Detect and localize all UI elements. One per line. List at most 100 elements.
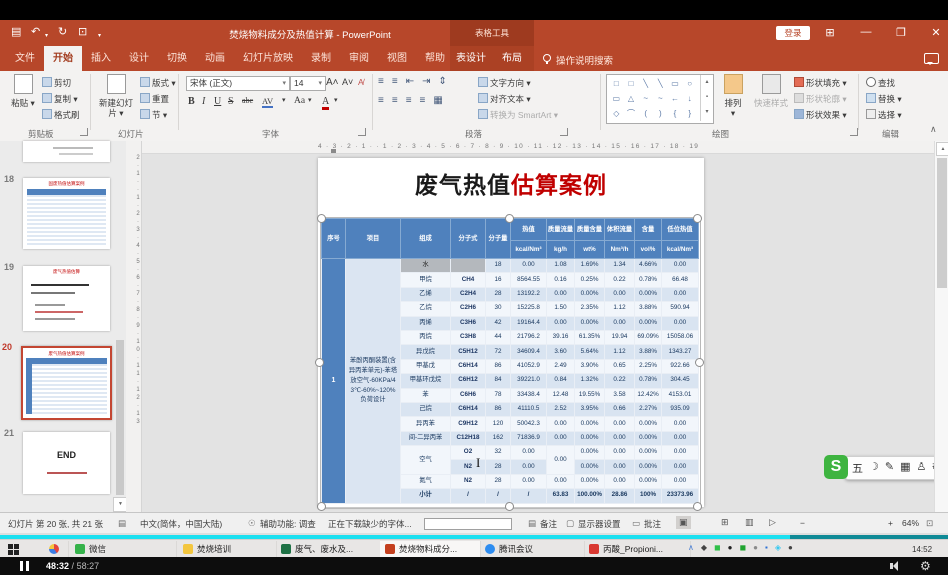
menu-tab[interactable]: 审阅	[340, 46, 378, 71]
table-cell[interactable]: 0.00	[547, 446, 575, 475]
new-slide-button[interactable]: 新建幻灯片 ▾	[96, 74, 136, 118]
menu-tab[interactable]: 设计	[120, 46, 158, 71]
menu-tab[interactable]: 录制	[302, 46, 340, 71]
table-cell[interactable]: 1.69%	[575, 259, 605, 273]
shapes-gallery-scrollbar[interactable]: ▴▪▾	[700, 75, 713, 121]
table-cell[interactable]: 39221.0	[511, 374, 547, 388]
selection-handle[interactable]	[317, 214, 326, 223]
table-cell[interactable]: N2	[451, 474, 486, 488]
select-button[interactable]: 选择 ▾	[866, 109, 902, 121]
table-cell[interactable]: 0.00	[605, 417, 635, 431]
table-cell[interactable]: 590.94	[662, 302, 699, 316]
table-cell[interactable]: 5.64%	[575, 345, 605, 359]
vertical-scrollbar[interactable]: ▲	[934, 141, 948, 512]
paragraph-icon[interactable]: ≡	[392, 76, 398, 87]
table-cell[interactable]: 0.78%	[635, 273, 662, 287]
table-cell[interactable]: 0.22	[605, 273, 635, 287]
table-cell[interactable]: 12.48	[547, 388, 575, 402]
paragraph-dialog-launcher[interactable]	[560, 128, 568, 136]
alignment-icon[interactable]: ≡	[406, 95, 412, 106]
menu-tab[interactable]: 切换	[158, 46, 196, 71]
table-cell[interactable]: 86	[486, 402, 511, 416]
taskbar-excel-button[interactable]: 废气、废水及...	[276, 541, 381, 557]
grow-font-button[interactable]: A˄	[326, 77, 339, 88]
pause-icon[interactable]	[26, 561, 29, 571]
table-cell[interactable]: 71836.9	[511, 431, 547, 445]
font-color-dropdown-icon[interactable]: ▾	[334, 96, 338, 104]
table-cell[interactable]: 0.00	[605, 431, 635, 445]
slide-thumbnail-18[interactable]: 固废热值估算案例	[23, 178, 110, 249]
table-cell[interactable]: 2.25%	[635, 359, 662, 373]
column-header[interactable]: 质量流量	[547, 219, 575, 241]
align-text-button[interactable]: 对齐文本 ▾	[478, 93, 531, 105]
shape-icon[interactable]: ◇	[609, 106, 624, 121]
menu-tab[interactable]: 文件	[6, 46, 44, 71]
table-cell[interactable]: 0.00	[511, 474, 547, 488]
slide-thumbnail-19[interactable]: 废气热值估算	[23, 266, 110, 331]
tell-me-search[interactable]: 操作说明搜索	[556, 53, 613, 67]
underline-button[interactable]: U	[214, 96, 221, 107]
table-cell[interactable]: 12.42%	[635, 388, 662, 402]
alignment-icon[interactable]: ≡	[378, 95, 384, 106]
table-cell[interactable]: 41110.5	[511, 402, 547, 416]
shape-icon[interactable]: ~	[653, 91, 668, 106]
section-button[interactable]: 节 ▾	[140, 109, 167, 121]
table-cell[interactable]: 水	[401, 259, 451, 273]
table-cell[interactable]: 丙烷	[401, 330, 451, 344]
table-cell[interactable]: C3H6	[451, 316, 486, 330]
table-cell[interactable]: C5H12	[451, 345, 486, 359]
table-cell[interactable]: 己烷	[401, 402, 451, 416]
slide-sorter-view-button[interactable]: ⊞	[718, 516, 732, 529]
shrink-font-button[interactable]: A˅	[342, 77, 353, 87]
table-cell[interactable]: 3.95%	[575, 402, 605, 416]
character-spacing-button[interactable]: AV	[262, 96, 273, 108]
column-header[interactable]: 热值	[511, 219, 547, 241]
paste-button[interactable]: 粘贴 ▾	[6, 74, 40, 109]
table-cell[interactable]: 0.00	[547, 417, 575, 431]
table-cell[interactable]: 0.00	[605, 474, 635, 488]
strikethrough-button[interactable]: S	[228, 96, 234, 107]
table-cell[interactable]: 19164.4	[511, 316, 547, 330]
table-cell[interactable]: C9H12	[451, 417, 486, 431]
table-cell[interactable]: C6H14	[451, 359, 486, 373]
tray-icon[interactable]: ◆	[701, 543, 707, 552]
small-strike-button[interactable]: abc	[242, 96, 253, 105]
undo-dropdown-icon[interactable]: ▾	[45, 29, 48, 43]
column-unit[interactable]: kcal/Nm³	[662, 241, 699, 259]
table-cell[interactable]: 66.48	[662, 273, 699, 287]
table-cell[interactable]: 19.94	[605, 330, 635, 344]
table-cell[interactable]: C12H18	[451, 431, 486, 445]
shape-outline-button[interactable]: 形状轮廓 ▾	[794, 93, 847, 105]
slide-title[interactable]: 废气热值估算案例	[318, 166, 704, 200]
selection-handle[interactable]	[693, 214, 702, 223]
table-cell[interactable]: 78	[486, 388, 511, 402]
table-cell[interactable]: 16	[486, 273, 511, 287]
tray-icon[interactable]: ▪	[765, 543, 768, 552]
indent-marker[interactable]	[331, 149, 336, 153]
shape-icon[interactable]: ▭	[668, 76, 683, 91]
slide-canvas[interactable]: 废气热值估算案例 序号项目组成分子式分子量热值质量流量质量含量体积流量含量低位热…	[318, 158, 704, 507]
alignment-icon[interactable]: ▦	[433, 95, 442, 106]
table-cell[interactable]: C2H6	[451, 302, 486, 316]
column-header[interactable]: 质量含量	[575, 219, 605, 241]
table-cell[interactable]: 0.00	[547, 316, 575, 330]
shape-icon[interactable]: (	[638, 106, 653, 121]
table-cell[interactable]: 23373.96	[662, 489, 699, 503]
column-unit[interactable]: kg/h	[547, 241, 575, 259]
tray-icon[interactable]: ∧	[688, 543, 694, 552]
italic-button[interactable]: I	[202, 96, 205, 107]
table-cell[interactable]: 3.90%	[575, 359, 605, 373]
accessibility-status[interactable]: 辅助功能: 调查	[260, 518, 316, 530]
seq-cell[interactable]: 1	[322, 259, 346, 504]
table-cell[interactable]: 30	[486, 302, 511, 316]
table-cell[interactable]: 0.00%	[575, 287, 605, 301]
minimize-button[interactable]: —	[858, 26, 874, 38]
ime-icon[interactable]: ✎	[885, 460, 894, 476]
menu-tab[interactable]: 开始	[44, 46, 82, 71]
paragraph-icon[interactable]: ≡	[378, 76, 384, 87]
table-cell[interactable]: 0.00	[662, 446, 699, 460]
paragraph-icon[interactable]: ⇕	[438, 76, 446, 87]
text-direction-button[interactable]: 文字方向 ▾	[478, 77, 531, 89]
table-cell[interactable]: C3H8	[451, 330, 486, 344]
table-cell[interactable]: 162	[486, 431, 511, 445]
